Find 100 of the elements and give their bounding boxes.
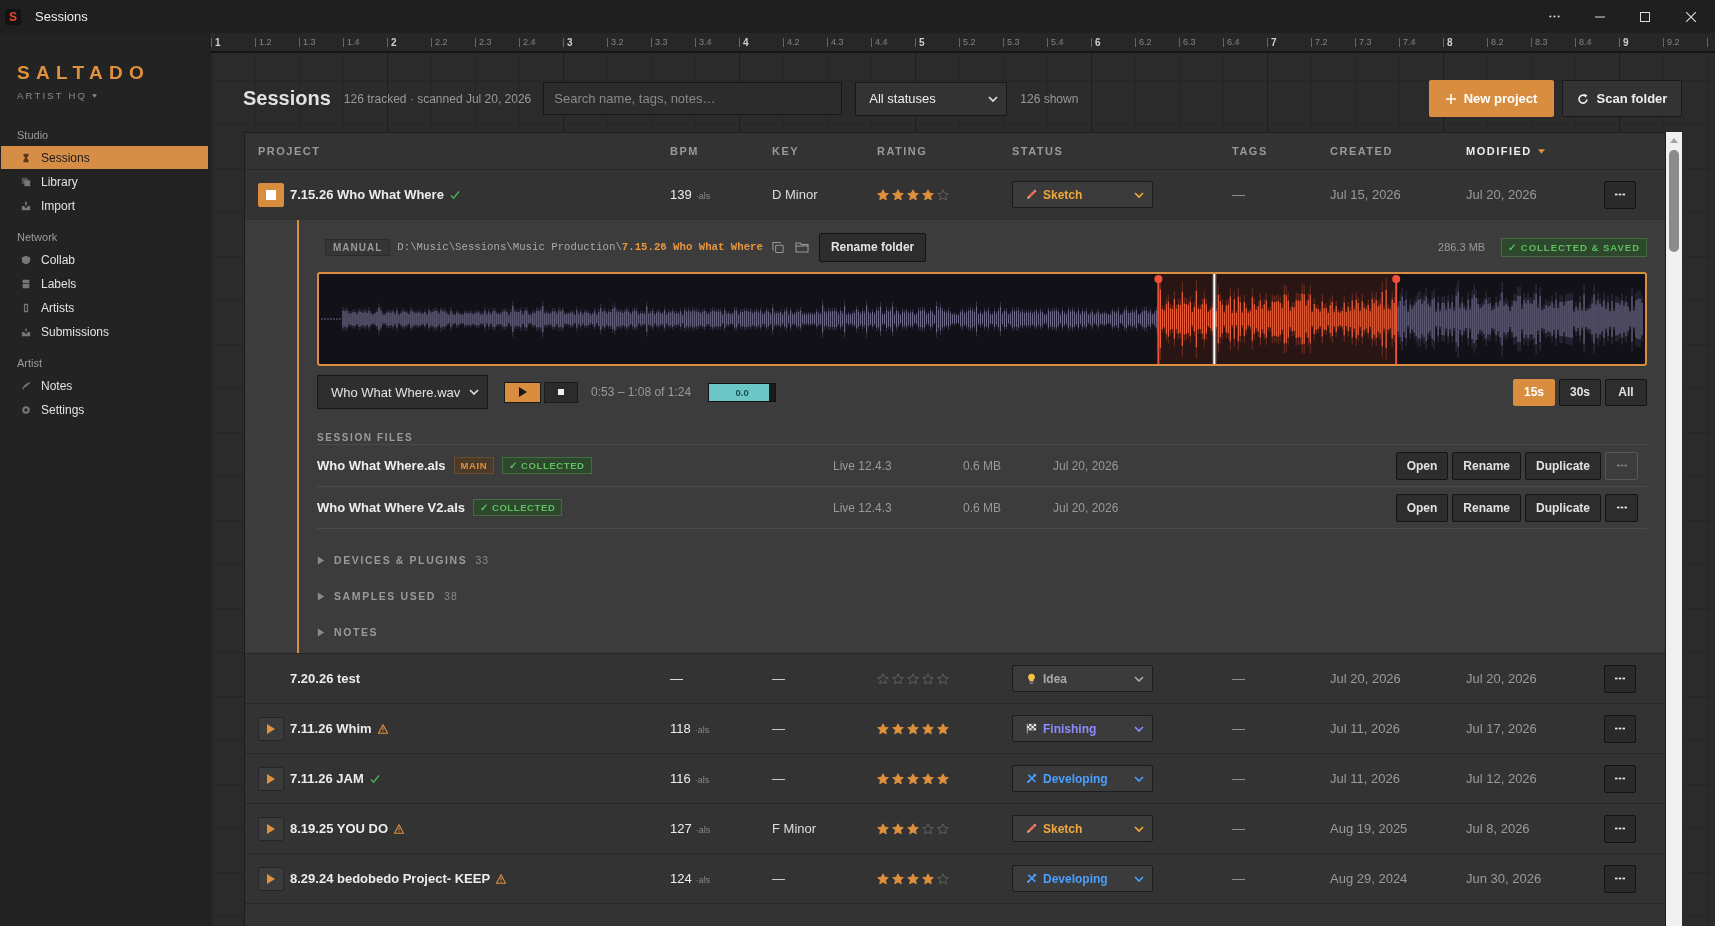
maximize-icon[interactable] — [1640, 11, 1650, 22]
modified-date: Jul 17, 2026 — [1466, 721, 1537, 736]
collapsible-section[interactable]: SAMPLES USED 38 — [317, 578, 458, 614]
more-button[interactable] — [1604, 814, 1636, 843]
audio-file-select[interactable]: Who What Where.wav — [317, 375, 488, 409]
sidebar-item[interactable]: Sessions — [1, 146, 208, 169]
ruler-label: 7.2 — [1315, 36, 1328, 48]
more-button[interactable] — [1604, 714, 1636, 743]
tray-icon — [21, 327, 31, 337]
star-rating[interactable] — [877, 772, 949, 785]
search-field[interactable]: Search name, tags, notes… — [543, 82, 843, 115]
modified-date: Jul 20, 2026 — [1466, 671, 1537, 686]
close-icon[interactable] — [1686, 11, 1696, 22]
more-icon — [1615, 827, 1625, 830]
bpm-value: 118 — [670, 721, 691, 736]
column-header[interactable]: BPM — [670, 145, 699, 157]
status-dropdown[interactable]: Sketch — [1012, 815, 1153, 842]
sidebar-item[interactable]: Import — [1, 194, 208, 218]
project-name: 8.29.24 bedobedo Project- KEEP — [290, 871, 491, 886]
status-dropdown[interactable]: Idea — [1012, 665, 1153, 692]
scrollbar[interactable] — [1666, 132, 1682, 926]
gain-meter[interactable]: 0.0 — [708, 382, 777, 402]
status-dropdown[interactable]: Finishing — [1012, 715, 1153, 742]
star-icon — [937, 188, 949, 201]
column-header[interactable]: PROJECT — [258, 145, 321, 157]
more-button[interactable] — [1604, 664, 1636, 693]
copy-icon[interactable] — [770, 240, 785, 254]
table-row[interactable]: 7.20.26 test — — Idea — Jul 20, 2026 Jul 20, 2026 — [245, 654, 1665, 704]
table-row[interactable]: 8.29.24 bedobedo Project- KEEP 124 ·als — Developing — Aug 29, 2024 Jun 30, 2026 — [245, 854, 1665, 904]
rename-folder-button[interactable]: Rename folder — [818, 232, 927, 262]
zoom-option[interactable]: 30s — [1559, 378, 1601, 406]
star-rating[interactable] — [877, 188, 949, 201]
star-icon — [922, 672, 934, 685]
collapsible-section[interactable]: NOTES — [317, 614, 379, 650]
star-icon — [892, 672, 904, 685]
column-header[interactable]: MODIFIED — [1466, 145, 1545, 157]
column-header[interactable]: KEY — [772, 145, 800, 157]
status-dropdown[interactable]: Sketch — [1012, 181, 1153, 208]
ruler-label: 5.2 — [963, 36, 976, 48]
star-icon — [877, 872, 889, 885]
tags-value: — — [1232, 871, 1245, 886]
column-header[interactable]: TAGS — [1232, 145, 1268, 157]
caret-icon[interactable] — [92, 94, 98, 98]
play-button[interactable] — [258, 766, 284, 791]
play-button[interactable] — [504, 381, 541, 403]
scroll-thumb[interactable] — [1669, 150, 1679, 252]
stop-button[interactable] — [258, 182, 284, 207]
status-filter[interactable]: All statuses — [855, 81, 1008, 116]
file-action-button[interactable]: Duplicate — [1525, 493, 1601, 522]
play-button[interactable] — [258, 816, 284, 841]
more-button[interactable] — [1604, 864, 1636, 893]
check-icon — [449, 189, 460, 200]
sidebar-item[interactable]: Artists — [1, 296, 208, 320]
star-rating[interactable] — [877, 722, 949, 735]
play-icon — [267, 823, 275, 834]
table-row[interactable]: 7.11.26 JAM 116 ·als — Developing — Jul 11, 2026 Jul 12, 2026 — [245, 754, 1665, 804]
sidebar-item[interactable]: Labels — [1, 272, 208, 296]
workspace-name[interactable]: ARTIST HQ — [17, 90, 88, 102]
table-row[interactable]: 7.11.26 Whim 118 ·als — Finishing — Jul 11, 2026 Jul 17, 2026 — [245, 704, 1665, 754]
modified-date: Jul 8, 2026 — [1466, 821, 1530, 836]
zoom-option[interactable]: All — [1605, 378, 1647, 406]
star-icon — [907, 772, 919, 785]
more-icon[interactable] — [1549, 15, 1560, 18]
column-header[interactable]: CREATED — [1330, 145, 1393, 157]
sidebar-item[interactable]: Library — [1, 170, 208, 194]
table-row[interactable]: 8.19.25 YOU DO 127 ·als F Minor Sketch — Aug 19, 2025 Jul 8, 2026 — [245, 804, 1665, 854]
file-action-button[interactable]: Rename — [1452, 493, 1521, 522]
project-name: 8.19.25 YOU DO — [290, 821, 389, 836]
status-dropdown[interactable]: Developing — [1012, 865, 1153, 892]
play-button[interactable] — [258, 866, 284, 891]
sidebar-item[interactable]: Collab — [1, 248, 208, 272]
star-icon — [937, 822, 949, 835]
scan-folder-button[interactable]: Scan folder — [1562, 80, 1682, 117]
play-button[interactable] — [258, 716, 284, 741]
status-dropdown[interactable]: Developing — [1012, 765, 1153, 792]
star-icon — [907, 672, 919, 685]
file-action-button[interactable]: Duplicate — [1525, 451, 1601, 480]
stop-button[interactable] — [544, 381, 578, 403]
chevron-down-icon — [469, 389, 479, 395]
more-button[interactable] — [1604, 180, 1636, 209]
sidebar-item[interactable]: Settings — [1, 398, 208, 422]
more-button[interactable] — [1604, 764, 1636, 793]
column-header[interactable]: RATING — [877, 145, 928, 157]
key-value: — — [772, 871, 785, 886]
folder-icon[interactable] — [794, 241, 809, 253]
collapsible-section[interactable]: DEVICES & PLUGINS 33 — [317, 542, 490, 578]
star-rating[interactable] — [877, 672, 949, 685]
sidebar-item[interactable]: Submissions — [1, 320, 208, 344]
file-action-button[interactable]: Rename — [1452, 451, 1521, 480]
file-action-button[interactable]: Open — [1395, 451, 1449, 480]
star-rating[interactable] — [877, 822, 949, 835]
column-header[interactable]: STATUS — [1012, 145, 1064, 157]
ruler-label: 8.4 — [1579, 36, 1592, 48]
ruler-label: 3.3 — [655, 36, 668, 48]
waveform[interactable] — [317, 272, 1647, 366]
file-action-button[interactable]: Open — [1395, 493, 1449, 522]
sidebar-item[interactable]: Notes — [1, 374, 208, 398]
more-button[interactable] — [1605, 493, 1638, 522]
star-rating[interactable] — [877, 872, 949, 885]
stop-icon — [558, 389, 564, 395]
